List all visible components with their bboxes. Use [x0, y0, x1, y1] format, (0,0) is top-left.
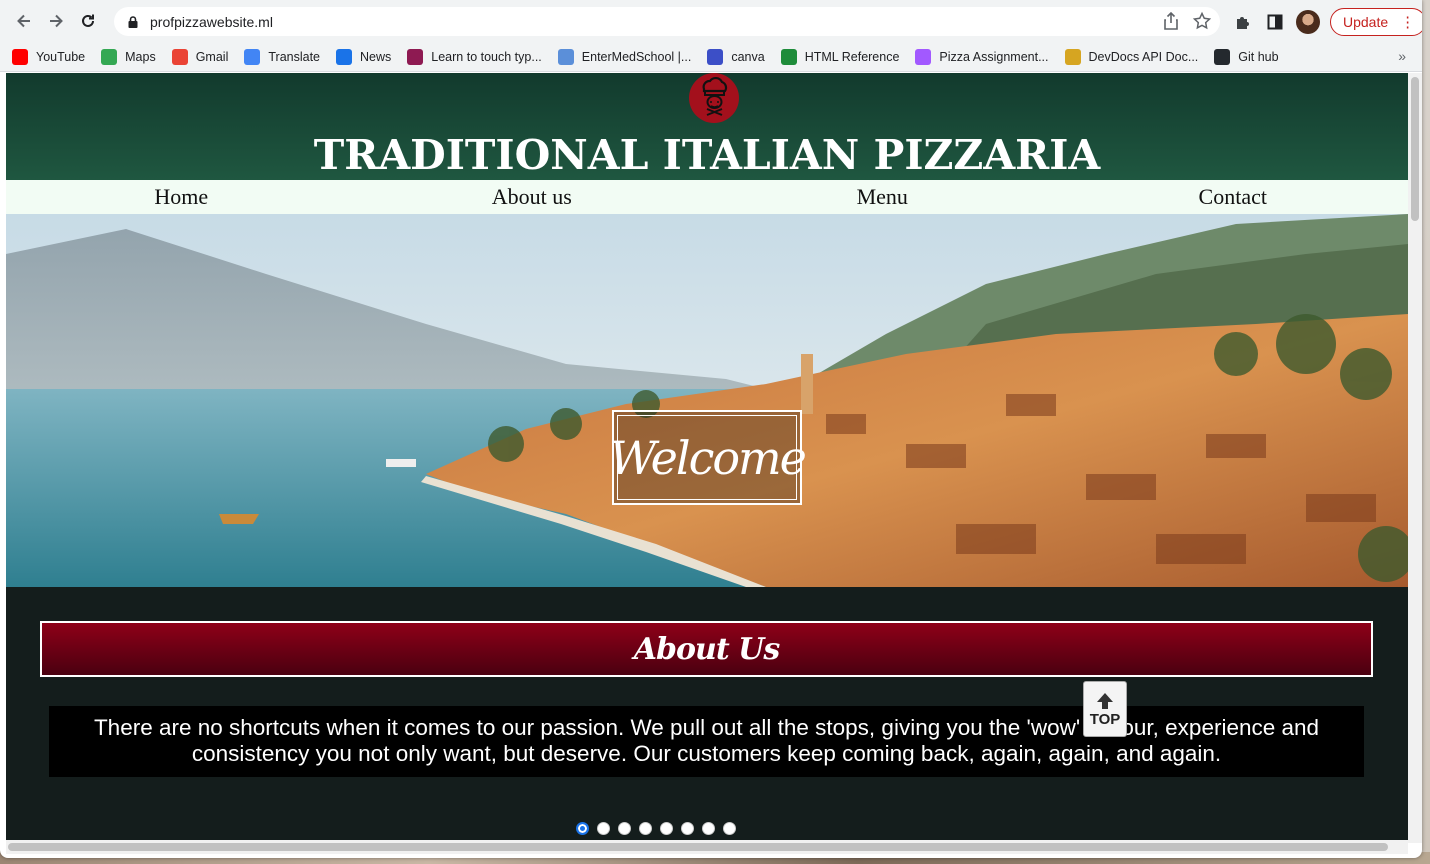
bookmark-favicon-icon — [336, 48, 353, 65]
bookmarks-bar: YouTube Maps Gmail Translate News Learn to to… — [0, 42, 1422, 72]
bookmark-favicon-icon — [915, 48, 932, 65]
share-icon[interactable] — [1162, 11, 1180, 34]
welcome-caption: Welcome — [609, 410, 807, 505]
bookmark-favicon-icon — [780, 48, 797, 65]
bookmark-item[interactable]: Pizza Assignment... — [915, 48, 1049, 65]
bookmark-label: News — [360, 49, 392, 64]
nav-about-us[interactable]: About us — [357, 180, 708, 214]
arrow-left-icon — [17, 14, 30, 28]
bookmark-label: HTML Reference — [804, 49, 900, 64]
bookmark-favicon-icon — [407, 48, 424, 65]
horizontal-scrollbar[interactable] — [6, 840, 1408, 854]
bookmark-item[interactable]: Git hub — [1214, 48, 1279, 65]
bookmark-label: YouTube — [36, 49, 86, 64]
forward-button[interactable] — [42, 7, 70, 35]
vertical-scroll-thumb[interactable] — [1411, 77, 1419, 221]
bookmark-label: Pizza Assignment... — [939, 49, 1049, 64]
site-nav: Home About us Menu Contact — [6, 180, 1408, 214]
slider-dot[interactable] — [597, 822, 610, 835]
arrow-up-icon — [1097, 692, 1113, 709]
slider-dot[interactable] — [618, 822, 631, 835]
bookmark-item[interactable]: HTML Reference — [780, 48, 900, 65]
slider-dots — [6, 822, 1408, 835]
nav-home[interactable]: Home — [6, 180, 357, 214]
bookmark-label: Maps — [125, 49, 156, 64]
reload-icon — [82, 14, 94, 27]
back-button[interactable] — [10, 7, 38, 35]
url-text: profpizzawebsite.ml — [150, 13, 273, 30]
bookmark-favicon-icon — [1214, 48, 1231, 65]
bookmark-favicon-icon — [12, 48, 28, 65]
bookmark-label: EnterMedSchool |... — [581, 49, 692, 64]
bookmark-favicon-icon — [101, 48, 118, 65]
vertical-scrollbar[interactable] — [1408, 73, 1422, 843]
reload-button[interactable] — [74, 7, 102, 35]
bookmark-item[interactable]: canva — [707, 48, 765, 65]
bookmark-label: Translate — [268, 49, 321, 64]
bookmark-item[interactable]: Gmail — [171, 48, 229, 65]
nav-contact[interactable]: Contact — [1058, 180, 1409, 214]
nav-menu[interactable]: Menu — [707, 180, 1058, 214]
bookmark-favicon-icon — [557, 48, 574, 65]
site-title: TRADITIONAL ITALIAN PIZZARIA — [313, 131, 1101, 179]
webpage: TRADITIONAL ITALIAN PIZZARIA Home About … — [6, 73, 1408, 840]
slider-dot[interactable] — [702, 822, 715, 835]
lock-icon — [126, 15, 140, 29]
bookmark-favicon-icon — [707, 48, 724, 65]
bookmark-label: DevDocs API Doc... — [1088, 49, 1199, 64]
bookmark-label: Gmail — [195, 49, 229, 64]
about-section: About Us There are no shortcuts when it … — [6, 587, 1408, 840]
bookmark-item[interactable]: Translate — [244, 48, 321, 65]
lake-town-photo — [6, 214, 1408, 587]
address-bar[interactable]: profpizzawebsite.ml — [114, 7, 1220, 36]
browser-toolbar: profpizzawebsite.ml Update ⋮ — [0, 0, 1422, 42]
slider-dot[interactable] — [681, 822, 694, 835]
browser-window: profpizzawebsite.ml Update ⋮ YouTube Map… — [0, 0, 1422, 858]
slider-dot[interactable] — [723, 822, 736, 835]
update-button[interactable]: Update ⋮ — [1330, 8, 1422, 36]
chef-logo-icon[interactable] — [689, 73, 739, 123]
bookmark-item[interactable]: Maps — [101, 48, 156, 65]
bookmark-item[interactable]: EnterMedSchool |... — [557, 48, 692, 65]
slider-dot[interactable] — [660, 822, 673, 835]
extensions-puzzle-icon[interactable] — [1232, 9, 1254, 35]
profile-avatar[interactable] — [1296, 10, 1320, 34]
slider-dot[interactable] — [639, 822, 652, 835]
update-label: Update — [1343, 14, 1389, 30]
bookmark-star-icon[interactable] — [1192, 11, 1212, 34]
hero-slideshow: Welcome — [6, 214, 1408, 587]
back-to-top-button[interactable]: TOP — [1083, 681, 1127, 737]
about-heading: About Us — [40, 621, 1373, 677]
about-text: There are no shortcuts when it comes to … — [49, 706, 1364, 777]
bookmark-favicon-icon — [1064, 48, 1081, 65]
bookmark-item[interactable]: YouTube — [12, 48, 86, 65]
side-panel-icon[interactable] — [1264, 9, 1286, 35]
horizontal-scroll-thumb[interactable] — [8, 843, 1388, 851]
bookmark-favicon-icon — [171, 48, 188, 65]
bookmark-item[interactable]: Learn to touch typ... — [407, 48, 542, 65]
bookmark-item[interactable]: News — [336, 48, 392, 65]
arrow-right-icon — [50, 14, 63, 28]
more-vertical-icon: ⋮ — [1400, 13, 1416, 31]
bookmark-label: canva — [731, 49, 765, 64]
top-button-label: TOP — [1089, 710, 1121, 728]
bookmark-favicon-icon — [244, 48, 261, 65]
bookmark-item[interactable]: DevDocs API Doc... — [1064, 48, 1199, 65]
bookmark-label: Git hub — [1238, 49, 1279, 64]
bookmark-label: Learn to touch typ... — [431, 49, 542, 64]
slider-dot[interactable] — [576, 822, 589, 835]
site-header: TRADITIONAL ITALIAN PIZZARIA — [6, 73, 1408, 180]
more-bookmarks-icon[interactable]: » — [1398, 48, 1406, 64]
